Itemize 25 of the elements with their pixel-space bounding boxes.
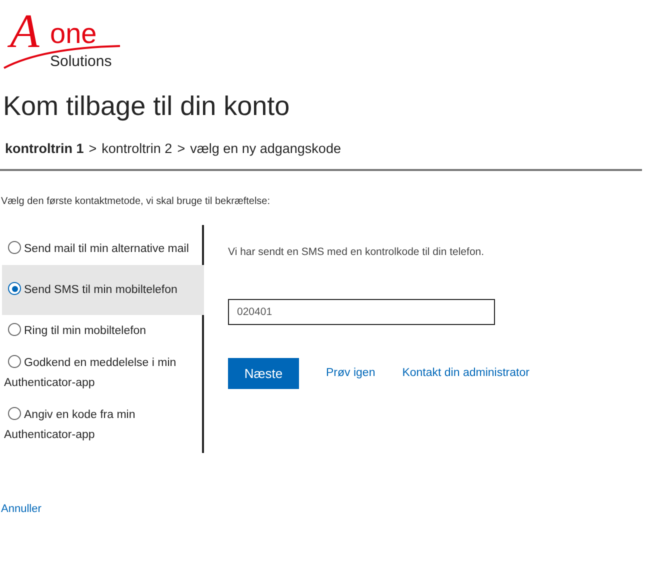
- logo-word: one: [50, 20, 97, 48]
- next-button[interactable]: Næste: [228, 358, 299, 389]
- radio-icon[interactable]: [8, 241, 21, 254]
- breadcrumb-step: vælg en ny adgangskode: [190, 138, 341, 160]
- breadcrumb-step: kontroltrin 1: [5, 138, 84, 160]
- breadcrumb-separator: >: [177, 140, 186, 158]
- contact-option[interactable]: Godkend en meddelelse i min Authenticator-app: [2, 347, 204, 399]
- link[interactable]: Kontakt din administrator: [402, 364, 530, 382]
- breadcrumb-separator: >: [88, 140, 97, 158]
- contact-option[interactable]: Ring til min mobiltelefon: [2, 315, 204, 347]
- code-field[interactable]: 020401: [228, 298, 495, 325]
- message-text: Vi har sendt en SMS med en kontrolkode til din telefon.: [228, 245, 486, 260]
- radio-icon[interactable]: [8, 407, 21, 420]
- link[interactable]: Prøv igen: [326, 364, 376, 382]
- contact-option[interactable]: Send mail til min alternative mail: [2, 233, 204, 265]
- contact-option[interactable]: Angiv en kode fra min Authenticator-app: [2, 399, 204, 451]
- logo-subtitle: Solutions: [50, 54, 112, 69]
- breadcrumb-step: kontroltrin 2: [102, 138, 172, 160]
- contact-option[interactable]: Send SMS til min mobiltelefon: [2, 265, 204, 315]
- instruction-text: Vælg den første kontaktmetode, vi skal bruge til bekræftelse:: [1, 195, 272, 209]
- radio-icon[interactable]: [8, 323, 21, 336]
- page-title: Kom tilbage til din konto: [3, 90, 291, 123]
- radio-icon[interactable]: [8, 355, 21, 368]
- cancel-link[interactable]: Annuller: [1, 501, 42, 518]
- radio-icon[interactable]: [8, 282, 21, 295]
